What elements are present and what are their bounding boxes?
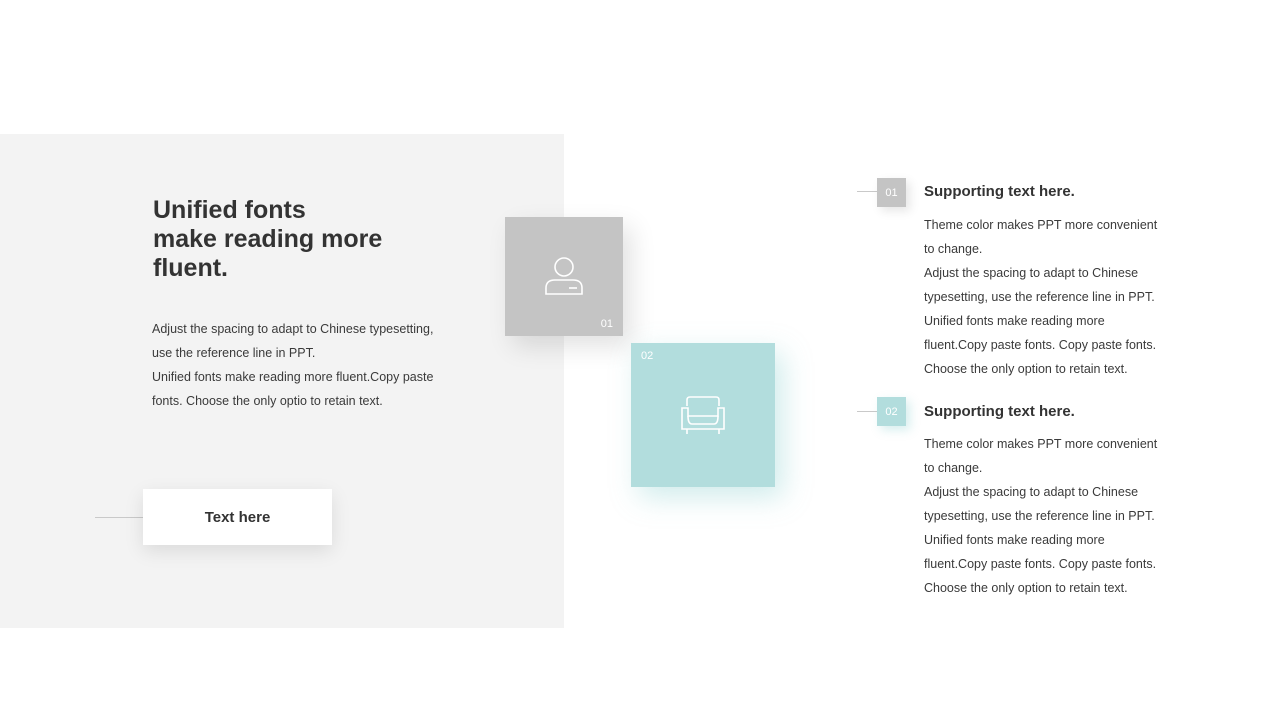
body-line: Adjust the spacing to adapt to Chinese t… [152,322,434,336]
body-line: use the reference line in PPT. [152,346,316,360]
body-line: Unified fonts make reading more fluent.C… [152,370,434,384]
item-number-badge: 01 [877,178,906,207]
body-line: fluent.Copy paste fonts. Copy paste font… [924,557,1157,571]
body-line: Adjust the spacing to adapt to Chinese [924,485,1139,499]
body-line: fonts. Choose the only optio to retain t… [152,394,383,408]
body-line: Theme color makes PPT more convenient [924,437,1158,451]
item-connector-line [857,191,877,192]
tile-01: 01 [505,217,623,336]
body-line: to change. [924,461,983,475]
body-line: to change. [924,242,983,256]
tile-02: 02 [631,343,775,487]
item-body-text: Theme color makes PPT more convenient to… [924,213,1184,381]
main-title: Unified fonts make reading more fluent. [153,196,453,283]
body-line: Adjust the spacing to adapt to Chinese [924,266,1139,280]
item-body-text: Theme color makes PPT more convenient to… [924,432,1184,600]
body-line: Unified fonts make reading more [924,533,1105,547]
main-title-line: fluent. [153,254,228,282]
main-title-line: Unified fonts [153,196,306,224]
user-icon [545,256,583,295]
sofa-icon [681,396,725,434]
item-title: Supporting text here. [924,403,1075,420]
body-line: Choose the only option to retain text. [924,581,1128,595]
body-line: Choose the only option to retain text. [924,362,1128,376]
item-number-badge: 02 [877,397,906,426]
body-line: typesetting, use the reference line in P… [924,509,1155,523]
tile-number: 02 [641,350,654,362]
item-title: Supporting text here. [924,183,1075,200]
text-here-button[interactable]: Text here [143,489,332,545]
body-line: typesetting, use the reference line in P… [924,290,1155,304]
tile-number: 01 [600,318,613,330]
body-line: Unified fonts make reading more [924,314,1105,328]
item-connector-line [857,411,877,412]
main-body-text: Adjust the spacing to adapt to Chinese t… [152,317,462,413]
body-line: Theme color makes PPT more convenient [924,218,1158,232]
main-title-line: make reading more [153,225,383,253]
body-line: fluent.Copy paste fonts. Copy paste font… [924,338,1157,352]
